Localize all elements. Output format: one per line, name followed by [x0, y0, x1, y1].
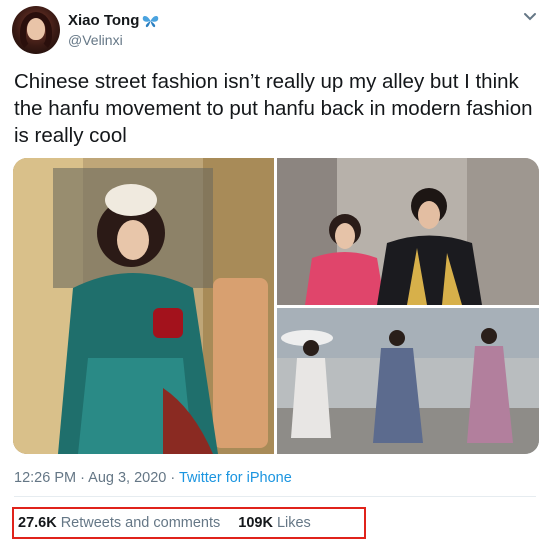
author-name-row[interactable]: Xiao Tong [68, 12, 159, 29]
retweets-stat[interactable]: 27.6K Retweets and comments [18, 515, 220, 531]
chevron-down-icon[interactable] [523, 12, 537, 22]
butterfly-icon [143, 15, 159, 27]
likes-label: Likes [276, 515, 311, 531]
retweets-count: 27.6K [18, 515, 57, 531]
tweet-timestamp[interactable]: 12:26 PM · Aug 3, 2020 · [14, 470, 179, 486]
divider [14, 496, 536, 497]
photo-3-illustration [277, 308, 539, 454]
retweets-label: Retweets and comments [60, 515, 221, 531]
photo-2-illustration [277, 158, 539, 305]
author-display-name[interactable]: Xiao Tong [68, 12, 139, 29]
tweet-text: Chinese street fashion isn’t really up m… [14, 70, 533, 147]
media-photo-1[interactable] [13, 158, 274, 454]
tweet-media-grid[interactable] [13, 158, 539, 454]
photo-1-illustration [13, 158, 274, 454]
likes-stat[interactable]: 109K Likes [238, 515, 311, 531]
avatar-face [27, 18, 45, 40]
avatar[interactable] [12, 6, 60, 54]
author-handle[interactable]: @Velinxi [68, 32, 123, 48]
tweet-source-link[interactable]: Twitter for iPhone [179, 470, 292, 486]
engagement-stats: 27.6K Retweets and comments 109K Likes [12, 507, 366, 539]
likes-count: 109K [238, 515, 273, 531]
media-photo-2[interactable] [277, 158, 539, 305]
media-photo-3[interactable] [277, 308, 539, 454]
tweet-timestamp-row: 12:26 PM · Aug 3, 2020 · Twitter for iPh… [14, 470, 292, 486]
